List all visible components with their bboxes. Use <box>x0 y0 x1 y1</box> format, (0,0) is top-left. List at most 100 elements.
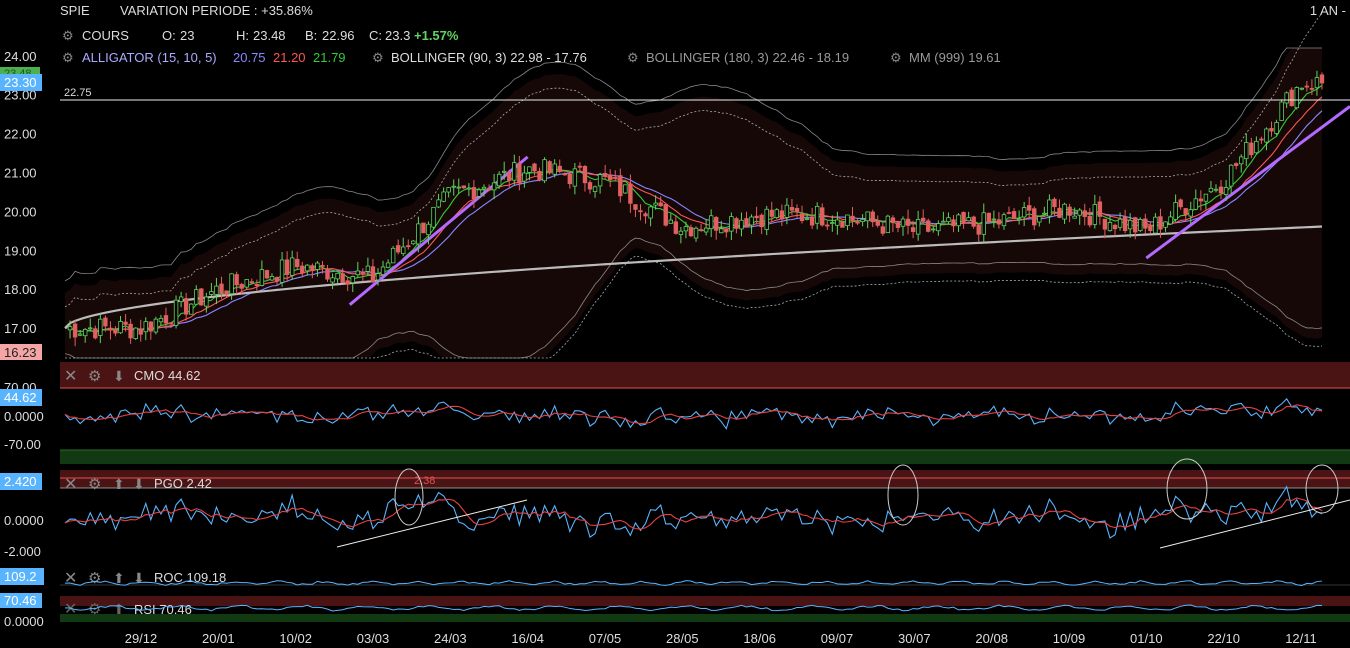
candle-body <box>507 172 512 181</box>
candle-body <box>244 279 249 288</box>
candle-body <box>1203 193 1209 202</box>
candle-body <box>976 224 981 235</box>
candle-body <box>814 205 820 224</box>
pgo-gear-icon[interactable]: ⚙ <box>88 476 101 493</box>
pgo-up-arrow-icon[interactable]: ⬆ <box>113 476 125 492</box>
roc-title: ROC 109.18 <box>154 570 226 585</box>
candle-body <box>1254 140 1259 154</box>
candle-body <box>436 199 441 208</box>
candle-body <box>1072 215 1077 219</box>
roc-gear-icon[interactable]: ⚙ <box>88 570 101 587</box>
candle-body <box>148 321 154 332</box>
x-axis-label: 10/09 <box>1053 631 1086 646</box>
candle-body <box>163 315 169 324</box>
candle-body <box>708 215 714 230</box>
candle-body <box>370 266 376 282</box>
low-label: B: <box>305 28 317 43</box>
candle-body <box>734 218 739 229</box>
high-label: H: <box>236 28 249 43</box>
candle-body <box>1163 221 1168 228</box>
candle-body <box>461 185 467 189</box>
candle-body <box>173 299 179 326</box>
candle-body <box>72 323 78 338</box>
pgo-tick-bottom: -2.000 <box>4 544 41 559</box>
candle-body <box>471 187 477 200</box>
candle-body <box>532 163 537 172</box>
candle-body <box>1122 216 1128 232</box>
candle-body <box>794 208 800 213</box>
x-axis-label: 12/11 <box>1285 631 1317 646</box>
mm999-gear-icon[interactable]: ⚙ <box>890 50 902 65</box>
candle-body <box>668 219 673 224</box>
candle-body <box>330 277 335 283</box>
candle-body <box>1016 218 1022 221</box>
candle-body <box>1006 212 1012 214</box>
candle-body <box>128 323 133 339</box>
candle-body <box>82 328 88 337</box>
price-badge-last-text: 23.30 <box>4 75 37 90</box>
candle-body <box>678 230 684 235</box>
bollinger180-gear-icon[interactable]: ⚙ <box>627 50 639 65</box>
candle-body <box>557 165 562 172</box>
candle-body <box>739 219 744 230</box>
close-value: 23.3 <box>385 28 410 43</box>
cmo-down-arrow-icon[interactable]: ⬇ <box>113 368 125 384</box>
pgo-trendline-1[interactable] <box>336 499 528 548</box>
candle-body <box>1208 187 1214 193</box>
candle-body <box>178 296 184 303</box>
candle-body <box>542 159 547 182</box>
candle-body <box>804 218 810 220</box>
candle-body <box>214 285 219 295</box>
candle-body <box>77 333 83 336</box>
candle-body <box>143 321 148 333</box>
alligator-value-1: 20.75 <box>233 50 266 65</box>
candle-body <box>986 212 992 223</box>
rsi-gear-icon[interactable]: ⚙ <box>88 601 101 618</box>
candle-body <box>375 273 381 281</box>
cmo-close-icon[interactable]: ✕ <box>64 368 77 385</box>
candle-body <box>441 191 446 202</box>
candle-body <box>683 226 689 232</box>
candle-body <box>628 183 633 204</box>
candle-body <box>486 187 492 190</box>
candle-body <box>1102 218 1108 230</box>
alligator-value-3: 21.79 <box>313 50 346 65</box>
gear-icon[interactable]: ⚙ <box>62 28 74 43</box>
bollinger90-gear-icon[interactable]: ⚙ <box>372 50 384 65</box>
candle-body <box>153 318 159 333</box>
x-axis-label: 30/07 <box>898 631 931 646</box>
x-axis-label: 09/07 <box>821 631 854 646</box>
resistance-label: 22.75 <box>64 87 92 99</box>
candle-body <box>905 218 911 226</box>
candle-body <box>350 276 355 284</box>
period-selector[interactable]: 1 AN - <box>1310 3 1346 18</box>
candle-body <box>1193 198 1198 210</box>
x-axis-label: 16/04 <box>511 631 544 646</box>
candle-body <box>860 219 865 222</box>
candle-body <box>239 283 244 289</box>
x-axis-label: 20/01 <box>202 631 235 646</box>
rsi-up-arrow-icon[interactable]: ⬆ <box>113 601 125 617</box>
candle-body <box>1067 206 1072 216</box>
stock-chart[interactable]: SPIE VARIATION PERIODE : +35.86% 1 AN - … <box>0 0 1350 648</box>
candle-body <box>219 283 224 294</box>
candle-body <box>688 227 694 237</box>
pgo-down-arrow-icon[interactable]: ⬇ <box>133 476 145 492</box>
candle-body <box>779 210 785 220</box>
candle-body <box>608 174 613 181</box>
alligator-gear-icon[interactable]: ⚙ <box>62 50 74 65</box>
rsi-tick-bottom: 0.0000 <box>4 614 44 629</box>
candle-body <box>587 182 593 190</box>
candle-body <box>93 328 98 339</box>
price-tick-label: 19.00 <box>4 243 37 258</box>
candle-body <box>183 298 189 315</box>
candle-body <box>900 218 906 227</box>
candle-body <box>1092 204 1098 225</box>
pgo-header-bg <box>60 470 1350 488</box>
candle-body <box>1173 202 1178 220</box>
cmo-gear-icon[interactable]: ⚙ <box>88 368 101 385</box>
pgo-close-icon[interactable]: ✕ <box>64 476 77 493</box>
candle-body <box>522 172 527 182</box>
roc-down-arrow-icon[interactable]: ⬇ <box>133 570 145 586</box>
candle-body <box>1082 210 1087 217</box>
